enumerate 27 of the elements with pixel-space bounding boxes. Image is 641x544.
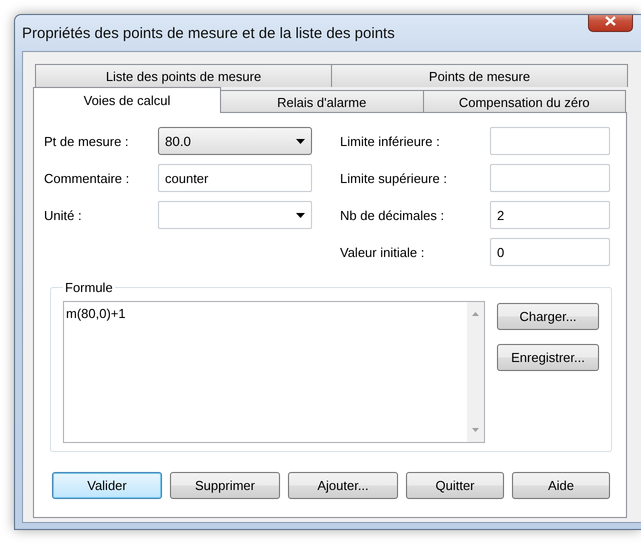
input-field[interactable]: 0 [490,238,610,266]
field-label: Nb de décimales : [340,208,446,222]
dialog-button[interactable]: Supprimer [170,472,280,499]
tab[interactable]: Liste des points de mesure [35,64,332,87]
dialog-button[interactable]: Valider [52,472,162,499]
field-label: Limite inférieure : [340,134,441,148]
group-title: Formule [64,280,114,295]
tab[interactable]: Voies de calcul [33,87,221,113]
formula-button[interactable]: Enregistrer... [497,344,599,371]
input-field[interactable]: 2 [490,201,610,229]
field-label: Commentaire : [44,170,130,186]
input-field[interactable]: counter [158,164,312,192]
formula-text-area[interactable]: m(80,0)+1 [63,301,485,443]
window-title: Propriétés des points de mesure et de la liste des points [22,24,395,42]
field-label: Valeur initiale : [340,244,426,260]
tab[interactable]: Compensation du zéro [422,90,626,113]
dialog-button[interactable]: Quitter [406,472,504,499]
tab[interactable]: Relais d'alarme [220,90,424,113]
dropdown-field[interactable]: 80.0 [158,127,312,155]
field-label: Limite supérieure : [340,170,448,186]
field-label: Pt de mesure : [44,134,130,148]
field-label: Unité : [44,208,83,222]
dialog-button[interactable]: Aide [512,472,610,499]
formula-button[interactable]: Charger... [497,303,599,330]
dialog-button[interactable]: Ajouter... [288,472,398,499]
field-value: 80.0 [165,134,191,148]
tab[interactable]: Points de mesure [331,64,628,87]
